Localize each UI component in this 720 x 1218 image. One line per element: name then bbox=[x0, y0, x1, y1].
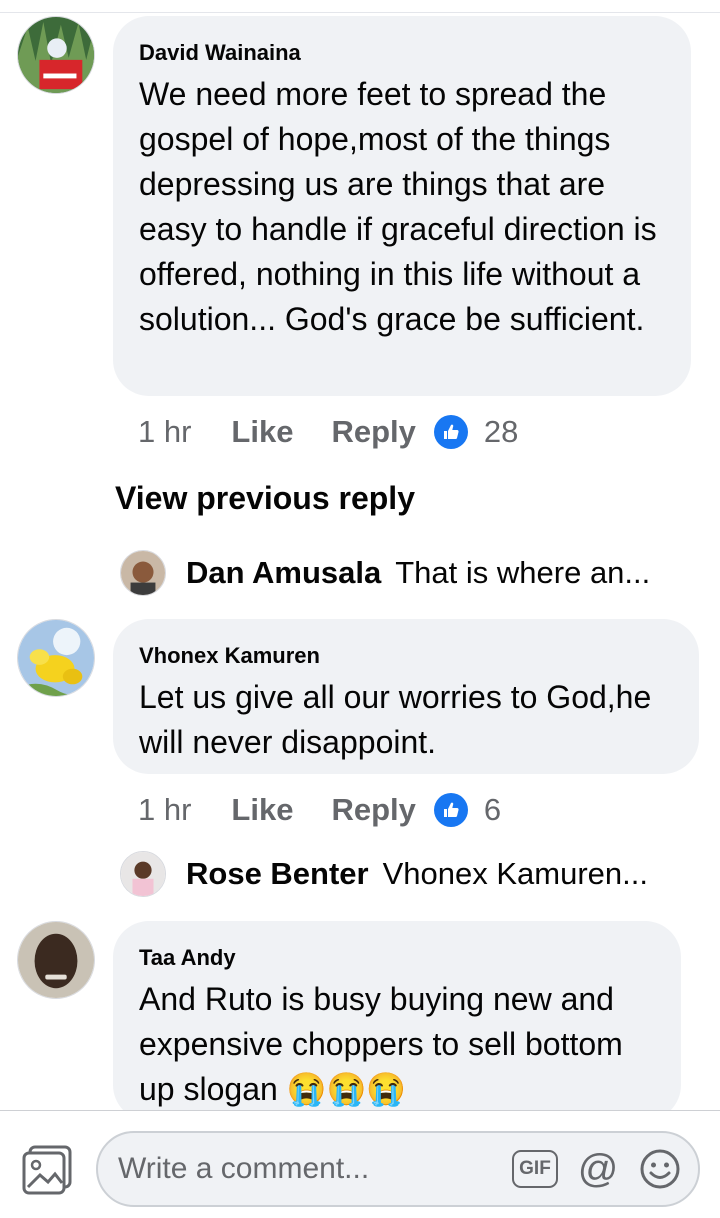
avatar-rose-benter[interactable] bbox=[120, 851, 166, 897]
photo-icon[interactable] bbox=[22, 1145, 74, 1195]
comment-bubble: Taa Andy And Ruto is busy buying new and… bbox=[113, 921, 681, 1121]
view-previous-reply-link[interactable]: View previous reply bbox=[115, 480, 415, 517]
comment-input[interactable]: Write a comment... GIF @ bbox=[96, 1131, 700, 1207]
comment-actions: 1 hr Like Reply 6 bbox=[138, 790, 501, 830]
mention-button[interactable]: @ bbox=[576, 1147, 620, 1191]
emoji-icon[interactable] bbox=[638, 1147, 682, 1191]
comment-author[interactable]: Taa Andy bbox=[139, 943, 657, 973]
comment-author[interactable]: Vhonex Kamuren bbox=[139, 641, 675, 671]
reply-preview[interactable]: Dan Amusala That is where an... bbox=[120, 548, 650, 598]
thumbs-up-icon[interactable] bbox=[433, 415, 468, 449]
like-button[interactable]: Like bbox=[231, 792, 293, 828]
reply-snippet: That is where an... bbox=[395, 555, 651, 590]
top-divider bbox=[0, 12, 720, 13]
avatar-taa-andy[interactable] bbox=[17, 921, 95, 999]
comment-text: And Ruto is busy buying new and expensiv… bbox=[139, 981, 623, 1107]
comment-time[interactable]: 1 hr bbox=[138, 792, 191, 828]
comment-bubble: Vhonex Kamuren Let us give all our worri… bbox=[113, 619, 699, 774]
gif-button[interactable]: GIF bbox=[512, 1150, 558, 1188]
comment-input-placeholder[interactable]: Write a comment... bbox=[118, 1133, 369, 1205]
reply-button[interactable]: Reply bbox=[331, 414, 415, 450]
reply-author[interactable]: Dan Amusala bbox=[186, 555, 381, 591]
comment-text: We need more feet to spread the gospel o… bbox=[139, 76, 657, 337]
avatar-vhonex-kamuren[interactable] bbox=[17, 619, 95, 697]
comment-actions: 1 hr Like Reply 28 bbox=[138, 412, 518, 452]
comment-time[interactable]: 1 hr bbox=[138, 414, 191, 450]
like-button[interactable]: Like bbox=[231, 414, 293, 450]
like-count[interactable]: 6 bbox=[484, 792, 501, 828]
comment-composer: Write a comment... GIF @ bbox=[0, 1110, 720, 1218]
reply-button[interactable]: Reply bbox=[331, 792, 415, 828]
reply-author[interactable]: Rose Benter bbox=[186, 856, 369, 892]
comment-text: Let us give all our worries to God,he wi… bbox=[139, 679, 652, 760]
thumbs-up-icon[interactable] bbox=[433, 793, 468, 827]
avatar-dan-amusala[interactable] bbox=[120, 550, 166, 596]
comment-bubble: David Wainaina We need more feet to spre… bbox=[113, 16, 691, 396]
reply-preview[interactable]: Rose Benter Vhonex Kamuren... bbox=[120, 849, 648, 899]
reply-snippet: Vhonex Kamuren... bbox=[382, 856, 648, 891]
avatar-david-wainaina[interactable] bbox=[17, 16, 95, 94]
comment-author[interactable]: David Wainaina bbox=[139, 38, 667, 68]
like-count[interactable]: 28 bbox=[484, 414, 518, 450]
